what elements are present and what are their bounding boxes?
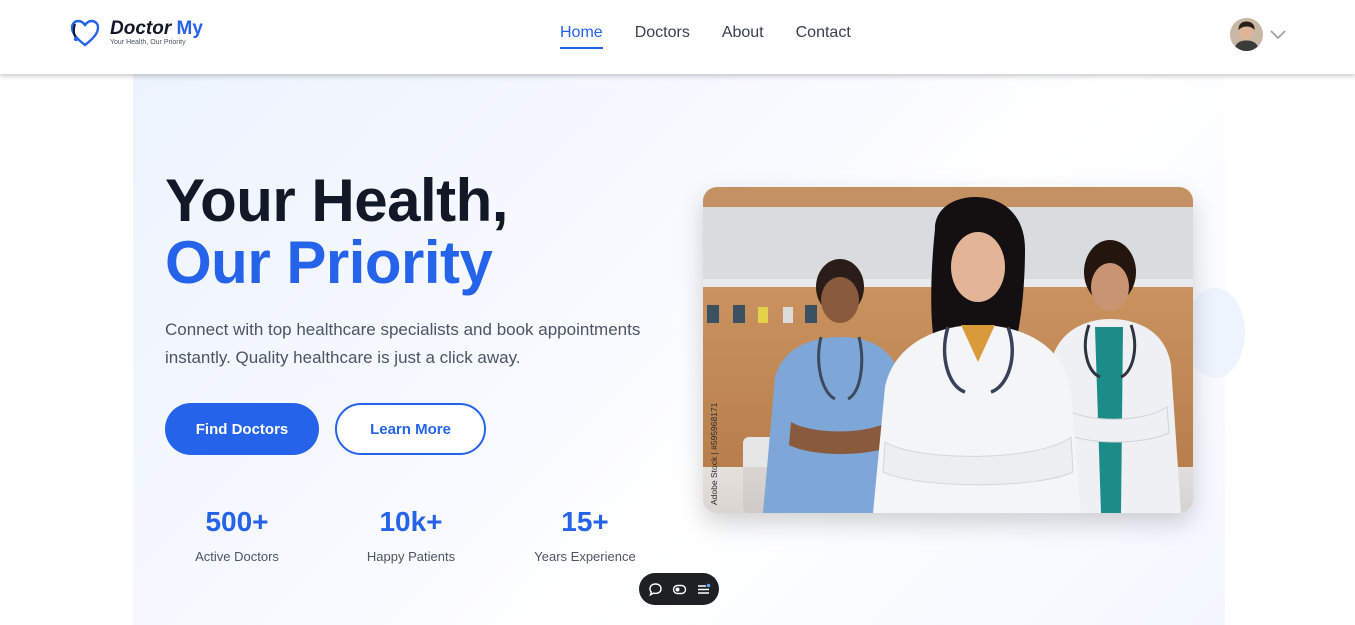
hero-title-line1: Your Health, — [165, 167, 508, 234]
heart-stethoscope-icon — [70, 19, 100, 47]
stats-row: 500+ Active Doctors 10k+ Happy Patients … — [150, 505, 672, 564]
stat-label: Years Experience — [534, 549, 636, 564]
brand-name: Doctor My — [110, 18, 203, 39]
brand-text: Doctor My Your Health, Our Priority — [110, 18, 203, 46]
nav-contact[interactable]: Contact — [796, 24, 851, 49]
hero-title: Your Health, Our Priority — [165, 170, 508, 294]
chevron-down-icon[interactable] — [1269, 26, 1287, 44]
nav-about[interactable]: About — [722, 24, 764, 49]
decorative-bubble — [1185, 288, 1245, 378]
user-avatar[interactable] — [1230, 18, 1263, 51]
stat-value: 500+ — [205, 506, 269, 537]
brand-logo[interactable]: Doctor My Your Health, Our Priority — [70, 18, 203, 48]
stat-label: Happy Patients — [366, 549, 456, 564]
stat-experience: 15+ Years Experience — [498, 505, 672, 564]
menu-list-icon[interactable] — [696, 582, 711, 597]
profile-menu[interactable] — [1230, 18, 1287, 51]
brand-tagline: Your Health, Our Priority — [110, 39, 186, 46]
stat-patients: 10k+ Happy Patients — [324, 505, 498, 564]
main-nav: Home Doctors About Contact — [560, 24, 851, 49]
toggle-icon[interactable] — [672, 582, 687, 597]
stat-value: 15+ — [561, 506, 609, 537]
nav-doctors[interactable]: Doctors — [635, 24, 690, 49]
stat-value: 10k+ — [379, 506, 443, 537]
hero-doctors-image: Adobe Stock | #595968171 — [703, 187, 1193, 513]
hero-description: Connect with top healthcare specialists … — [165, 320, 641, 367]
image-watermark: Adobe Stock | #595968171 — [709, 402, 719, 505]
find-doctors-button[interactable]: Find Doctors — [165, 403, 319, 455]
learn-more-button[interactable]: Learn More — [335, 403, 486, 455]
nav-home[interactable]: Home — [560, 24, 603, 49]
stat-label: Active Doctors — [195, 549, 279, 564]
chat-icon[interactable] — [648, 582, 663, 597]
site-header: Doctor My Your Health, Our Priority Home… — [0, 0, 1355, 74]
stat-doctors: 500+ Active Doctors — [150, 505, 324, 564]
floating-toolbar — [639, 573, 719, 605]
hero-title-line2: Our Priority — [165, 229, 493, 296]
